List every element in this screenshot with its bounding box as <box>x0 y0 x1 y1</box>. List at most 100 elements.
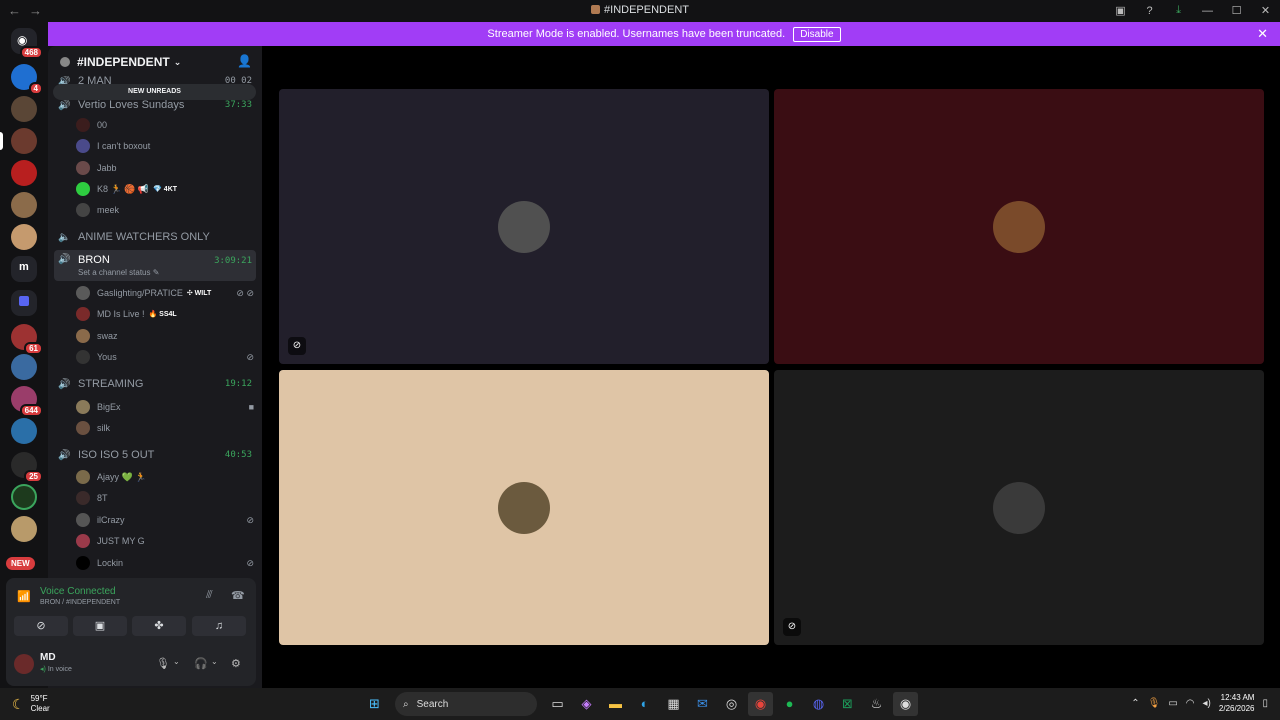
avatar[interactable] <box>14 654 34 674</box>
voice-user[interactable]: JUST MY G <box>76 532 254 550</box>
video-tile[interactable] <box>279 370 769 645</box>
microphone-icon[interactable]: 🎙 <box>156 657 170 670</box>
video-tile[interactable]: ⊘ <box>279 89 769 364</box>
mail-icon[interactable]: ✉ <box>690 692 715 716</box>
download-icon[interactable]: ⤓ <box>1164 4 1193 17</box>
chevron-down-icon[interactable]: ⌄ <box>211 657 218 666</box>
avatar <box>76 470 90 484</box>
close-icon[interactable]: ✕ <box>1257 26 1268 42</box>
notification-icon[interactable]: ▯ <box>1262 698 1268 709</box>
folder-icon[interactable] <box>11 290 37 316</box>
display-icon[interactable]: ▭ <box>1168 698 1177 709</box>
taskbar-apps: ⊞ ⌕ Search ▭ ◈ ▬ ◐ ▦ ✉ ◎ ◉ ● ◍ ⊠ ♨ ◉ <box>362 692 918 716</box>
voice-user[interactable]: 00 <box>76 116 254 134</box>
chrome-icon[interactable]: ◉ <box>748 692 773 716</box>
avatar <box>76 556 90 570</box>
video-tile[interactable]: ⊘ <box>774 370 1264 645</box>
store-icon[interactable]: ▦ <box>661 692 686 716</box>
voice-status[interactable]: Voice Connected <box>40 586 116 597</box>
discord-icon[interactable]: ◍ <box>806 692 831 716</box>
server-icon[interactable] <box>11 160 37 186</box>
clock[interactable]: 12:43 AM 2/26/2026 <box>1219 692 1255 714</box>
weather-condition: Clear <box>30 704 50 713</box>
server-icon[interactable] <box>11 516 37 542</box>
voice-user[interactable]: Gaslighting/PRATICE ✣ WILT ⊘ ⊘ <box>76 284 254 302</box>
close-button[interactable]: ✕ <box>1251 4 1280 17</box>
voice-channel[interactable]: 🔊 STREAMING 19:12 <box>54 377 256 391</box>
disable-button[interactable]: Disable <box>793 26 841 42</box>
voice-user[interactable]: ilCrazy ⊘ <box>76 511 254 529</box>
server-icon[interactable]: 4 <box>11 64 43 95</box>
voice-user[interactable]: Ajayy 💚 🏃 <box>76 468 254 486</box>
server-icon[interactable]: 61 <box>11 324 43 355</box>
gear-icon[interactable]: ⚙ <box>231 657 241 670</box>
voice-user[interactable]: Yous ⊘ <box>76 348 254 366</box>
weather-widget[interactable]: ☾ 59°F Clear <box>12 694 50 714</box>
chevron-down-icon[interactable]: ⌄ <box>173 657 180 666</box>
server-icon[interactable] <box>11 192 37 218</box>
voice-channel-info[interactable]: BRON / #INDEPENDENT <box>40 599 120 606</box>
minimize-button[interactable]: — <box>1193 5 1222 17</box>
server-icon[interactable] <box>11 484 37 510</box>
server-icon[interactable] <box>11 128 37 154</box>
voice-user[interactable]: swaz <box>76 327 254 345</box>
voice-user[interactable]: Lockin ⊘ <box>76 554 254 572</box>
disconnect-icon[interactable]: ☎ <box>231 589 245 602</box>
spotify-icon[interactable]: ● <box>777 692 802 716</box>
volume-icon[interactable]: ◂) <box>1203 698 1211 709</box>
server-icon[interactable] <box>11 354 37 380</box>
task-view-icon[interactable]: ▭ <box>545 692 570 716</box>
voice-channel[interactable]: 🔊 ISO ISO 5 OUT 40:53 <box>54 448 256 462</box>
voice-channel[interactable]: 🔈 ANIME WATCHERS ONLY <box>54 230 256 244</box>
edge-icon[interactable]: ◐ <box>632 692 657 716</box>
new-badge[interactable]: NEW <box>6 557 35 570</box>
camera-button[interactable]: ⊘ <box>14 616 68 636</box>
screen-icon[interactable]: ▣ <box>1106 4 1135 17</box>
server-icon[interactable]: m <box>11 256 37 282</box>
voice-channel[interactable]: 🔊 Vertio Loves Sundays 37:33 <box>54 98 256 112</box>
activities-button[interactable]: ✤ <box>132 616 186 636</box>
noise-suppression-icon[interactable]: ⫻ <box>206 589 213 602</box>
add-user-icon[interactable]: 👤 <box>237 54 252 68</box>
maximize-button[interactable]: ☐ <box>1222 4 1251 17</box>
microphone-icon[interactable]: 🎙 <box>1148 698 1161 709</box>
channel-status[interactable]: Set a channel status ✎ <box>78 268 159 277</box>
voice-user[interactable]: 8T <box>76 489 254 507</box>
server-icon[interactable] <box>11 96 37 122</box>
avatar <box>76 118 90 132</box>
headphones-icon[interactable]: 🎧 <box>194 657 208 670</box>
server-icon[interactable]: 644 <box>11 386 43 417</box>
wifi-icon[interactable]: ◠ <box>1186 698 1195 709</box>
chevron-up-icon[interactable]: ⌃ <box>1131 698 1139 709</box>
obs-icon[interactable]: ◉ <box>893 692 918 716</box>
taskbar-search[interactable]: ⌕ Search <box>395 692 537 716</box>
server-icon[interactable]: 25 <box>11 452 43 483</box>
voice-user[interactable]: BigEx ■ <box>76 398 254 416</box>
server-icon[interactable] <box>11 418 37 444</box>
voice-channel-active[interactable]: 🔊 BRON 3:09:21 Set a channel status ✎ <box>54 250 256 281</box>
new-unreads-pill[interactable]: NEW UNREADS <box>53 84 256 100</box>
voice-user[interactable]: K8 🏃 🏀 📢 💎 4KT <box>76 180 254 198</box>
server-icon[interactable] <box>11 224 37 250</box>
voice-user[interactable]: silk <box>76 419 254 437</box>
avatar <box>76 286 90 300</box>
chevron-down-icon: ⌄ <box>173 56 182 67</box>
taskbar: ☾ 59°F Clear ⊞ ⌕ Search ▭ ◈ ▬ ◐ ▦ ✉ ◎ ◉ ●… <box>0 688 1280 720</box>
voice-user[interactable]: MD Is Live ! 🔥 SS4L <box>76 305 254 323</box>
voice-user[interactable]: meek <box>76 201 254 219</box>
screen-share-button[interactable]: ▣ <box>73 616 127 636</box>
voice-user[interactable]: I can't boxout <box>76 137 254 155</box>
xbox-icon[interactable]: ◎ <box>719 692 744 716</box>
file-explorer-icon[interactable]: ▬ <box>603 692 628 716</box>
server-badge: 644 <box>19 404 43 417</box>
help-icon[interactable]: ? <box>1135 5 1164 17</box>
server-header[interactable]: #INDEPENDENT ⌄ 👤 <box>48 46 262 78</box>
copilot-icon[interactable]: ◈ <box>574 692 599 716</box>
windows-start-icon[interactable]: ⊞ <box>362 692 387 716</box>
excel-icon[interactable]: ⊠ <box>835 692 860 716</box>
soundboard-button[interactable]: ♫ <box>192 616 246 636</box>
steam-icon[interactable]: ♨ <box>864 692 889 716</box>
home-button[interactable]: ◉ 468 <box>11 28 43 59</box>
voice-user[interactable]: Jabb <box>76 159 254 177</box>
video-tile[interactable] <box>774 89 1264 364</box>
